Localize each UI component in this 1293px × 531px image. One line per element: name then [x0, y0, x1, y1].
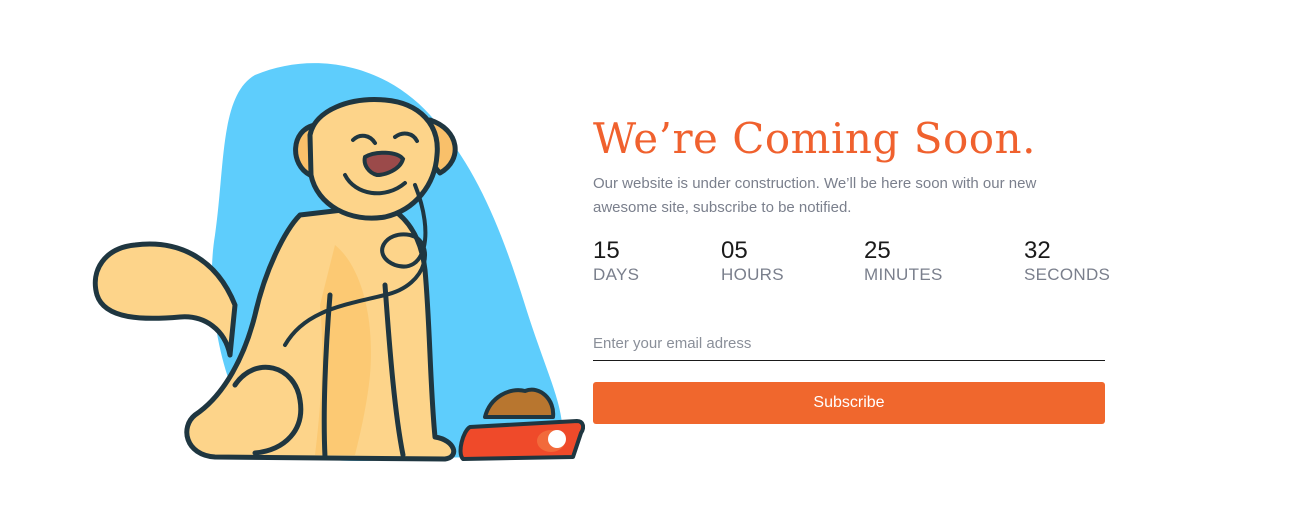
countdown-seconds-label: SECONDS — [1024, 265, 1111, 284]
countdown-hours-label: HOURS — [721, 265, 784, 284]
countdown-seconds: 32 SECONDS — [1024, 238, 1110, 286]
countdown-hours-value: 05 — [721, 237, 748, 264]
countdown-minutes: 25 MINUTES — [864, 238, 943, 286]
bowl-dot — [548, 430, 566, 448]
countdown-minutes-label: MINUTES — [864, 265, 943, 284]
countdown-seconds-value: 32 — [1024, 237, 1051, 264]
countdown-timer: 15 DAYS 05 HOURS 25 MINUTES 32 SECONDS — [593, 238, 1110, 292]
email-input[interactable] — [593, 328, 1105, 358]
countdown-days-value: 15 — [593, 237, 620, 264]
page-title: We’re Coming Soon. — [593, 114, 1036, 163]
email-field-wrapper — [593, 328, 1105, 361]
page-description: Our website is under construction. We’ll… — [593, 175, 1037, 216]
coming-soon-panel: We’re Coming Soon. Our website is under … — [593, 110, 1110, 424]
countdown-hours: 05 HOURS — [721, 238, 784, 286]
countdown-minutes-value: 25 — [864, 237, 891, 264]
countdown-days-label: DAYS — [593, 265, 640, 284]
dog-illustration — [92, 63, 585, 462]
countdown-days: 15 DAYS — [593, 238, 639, 286]
subscribe-button[interactable]: Subscribe — [593, 382, 1105, 424]
